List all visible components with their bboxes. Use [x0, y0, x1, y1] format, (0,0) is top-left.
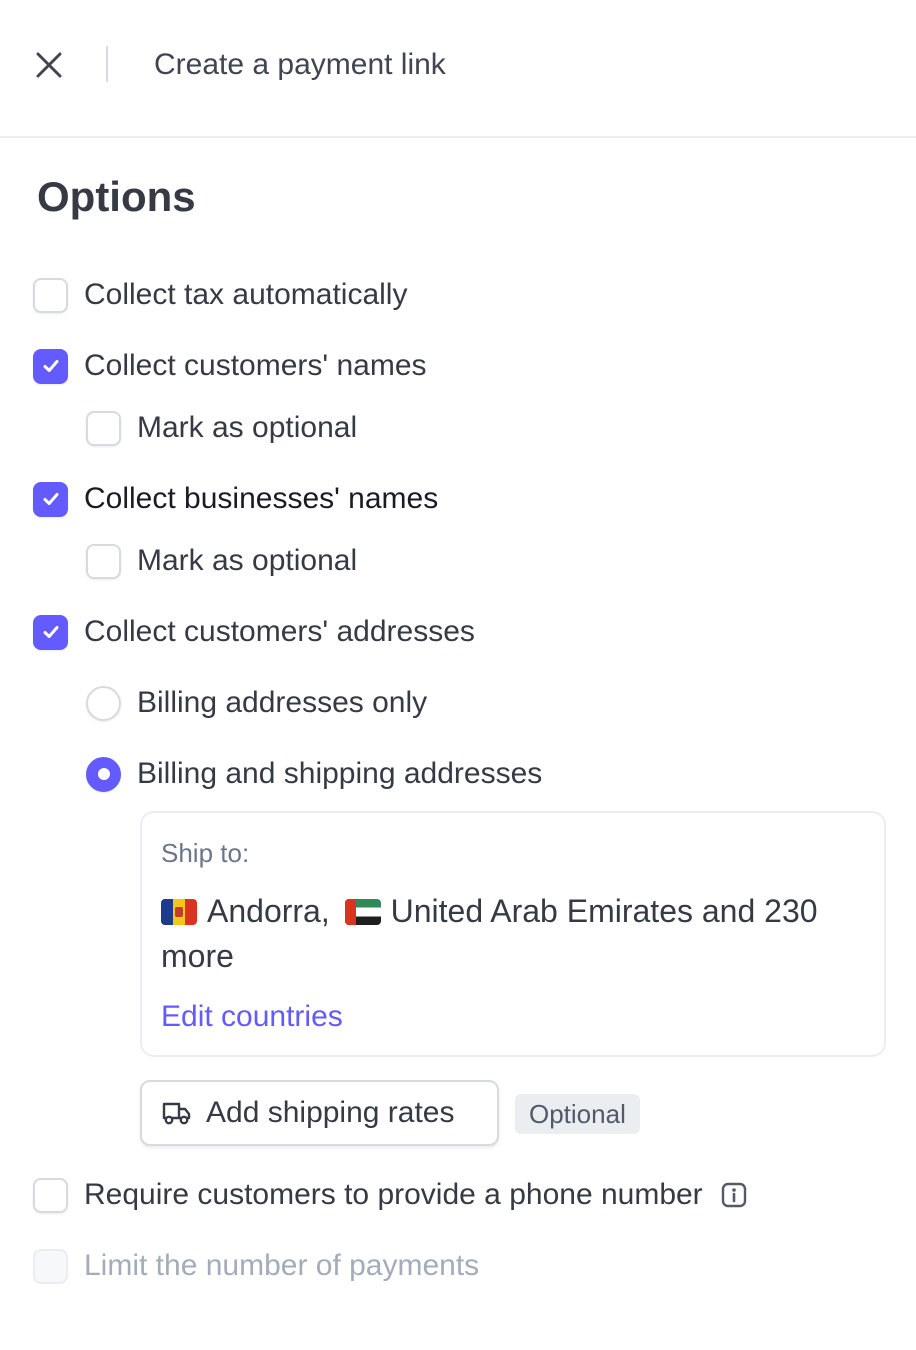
- business-names-optional-label: Mark as optional: [137, 544, 358, 577]
- billing-only-label: Billing addresses only: [137, 686, 428, 719]
- page-title: Create a payment link: [154, 48, 446, 81]
- limit-payments-checkbox[interactable]: [33, 1248, 68, 1284]
- country-andorra: Andorra,: [207, 893, 330, 929]
- ship-countries: Andorra, United Arab Emirates and 230 mo…: [161, 889, 861, 979]
- section-title: Options: [37, 173, 196, 220]
- checkmark-icon: [43, 360, 58, 372]
- phone-checkbox[interactable]: [33, 1177, 68, 1213]
- edit-countries-link[interactable]: Edit countries: [161, 999, 343, 1035]
- header: Create a payment link: [0, 0, 916, 138]
- option-limit-payments[interactable]: Limit the number of payments: [33, 1246, 479, 1286]
- option-business-names-optional[interactable]: Mark as optional: [86, 541, 357, 581]
- business-names-label: Collect businesses' names: [84, 482, 439, 515]
- customer-names-label: Collect customers' names: [84, 349, 427, 382]
- add-shipping-rates-label: Add shipping rates: [206, 1096, 455, 1129]
- option-customer-names-optional[interactable]: Mark as optional: [86, 408, 357, 448]
- radio-billing-shipping[interactable]: Billing and shipping addresses: [86, 754, 542, 794]
- billing-shipping-radio[interactable]: [86, 756, 121, 792]
- option-phone[interactable]: Require customers to provide a phone num…: [33, 1175, 747, 1215]
- customer-names-checkbox[interactable]: [33, 348, 68, 384]
- close-icon: [36, 52, 62, 78]
- close-button[interactable]: [30, 46, 68, 84]
- radio-billing-only[interactable]: Billing addresses only: [86, 683, 427, 723]
- andorra-flag-icon: [161, 899, 197, 925]
- addresses-checkbox[interactable]: [33, 614, 68, 650]
- ship-to-label: Ship to:: [161, 838, 250, 868]
- optional-badge: Optional: [515, 1094, 640, 1134]
- option-collect-tax[interactable]: Collect tax automatically: [33, 275, 407, 315]
- collect-tax-label: Collect tax automatically: [84, 278, 408, 311]
- truck-icon: [162, 1102, 191, 1125]
- add-shipping-rates-button[interactable]: Add shipping rates: [140, 1080, 499, 1146]
- business-names-optional-checkbox[interactable]: [86, 543, 121, 579]
- addresses-label: Collect customers' addresses: [84, 615, 475, 648]
- collect-tax-checkbox[interactable]: [33, 277, 68, 313]
- checkmark-icon: [43, 493, 58, 505]
- phone-label: Require customers to provide a phone num…: [84, 1178, 703, 1211]
- option-customer-names[interactable]: Collect customers' names: [33, 346, 427, 386]
- header-divider: [106, 46, 108, 82]
- business-names-checkbox[interactable]: [33, 481, 68, 517]
- option-business-names[interactable]: Collect businesses' names: [33, 479, 438, 519]
- uae-flag-icon: [344, 899, 381, 925]
- customer-names-optional-checkbox[interactable]: [86, 410, 121, 446]
- checkmark-icon: [43, 626, 58, 638]
- billing-only-radio[interactable]: [86, 685, 121, 721]
- limit-payments-label: Limit the number of payments: [84, 1249, 480, 1282]
- customer-names-optional-label: Mark as optional: [137, 411, 358, 444]
- billing-shipping-label: Billing and shipping addresses: [137, 757, 543, 790]
- ship-to-panel: Ship to: Andorra, United Arab Emirates a…: [140, 811, 886, 1057]
- option-addresses[interactable]: Collect customers' addresses: [33, 612, 475, 652]
- info-icon[interactable]: [721, 1182, 747, 1208]
